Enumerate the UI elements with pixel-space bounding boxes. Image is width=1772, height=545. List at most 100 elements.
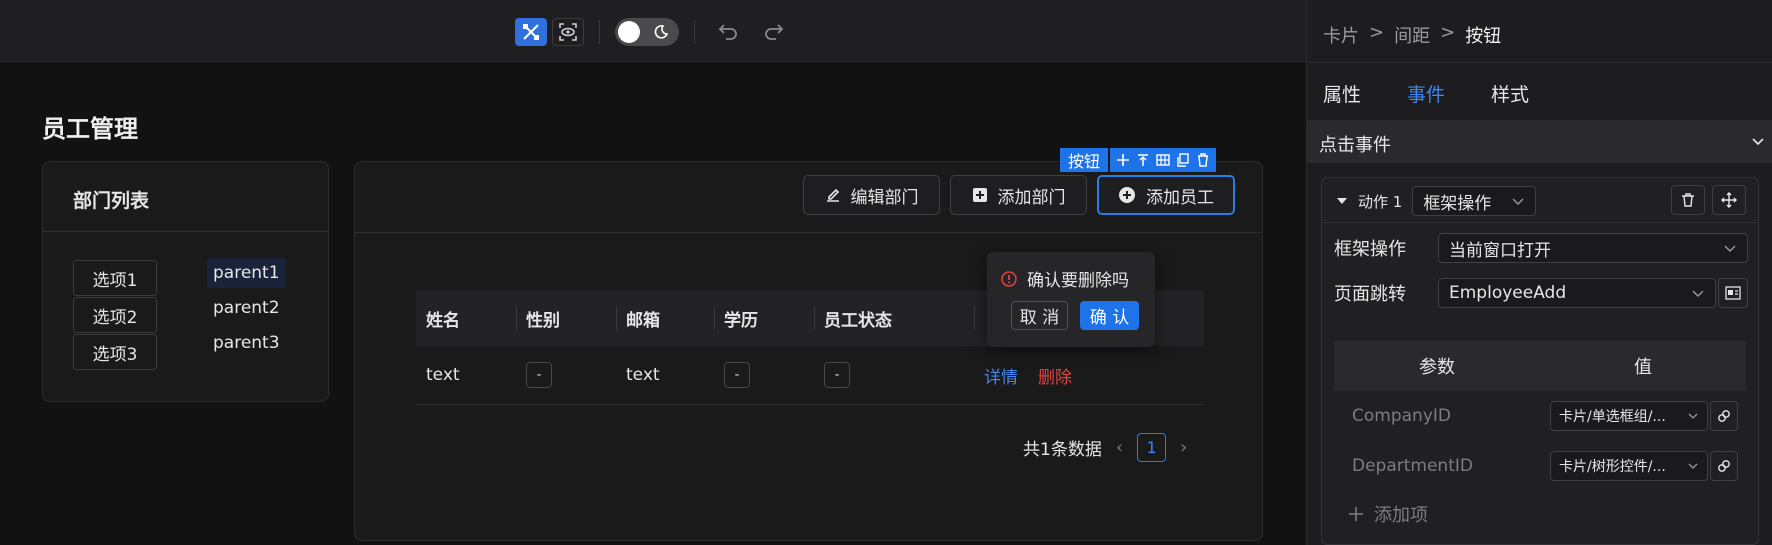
- panel-tabs: 属性 事件 样式: [1323, 80, 1529, 125]
- detail-link[interactable]: 详情: [984, 363, 1018, 388]
- tree-node-parent3[interactable]: parent3: [207, 328, 286, 358]
- option-radio-3[interactable]: 选项3: [73, 334, 157, 370]
- pagination: 共1条数据 ‹ 1 ›: [1023, 433, 1187, 462]
- link-icon: [1718, 460, 1730, 472]
- frame-operation-label: 框架操作: [1334, 239, 1406, 260]
- selection-tools: [1110, 148, 1217, 172]
- chevron-down-icon: [1688, 463, 1698, 469]
- tab-events[interactable]: 事件: [1407, 80, 1446, 125]
- breadcrumb-item-card[interactable]: 卡片: [1323, 22, 1359, 48]
- action-type-select[interactable]: 框架操作: [1412, 186, 1537, 216]
- tree-node-parent1[interactable]: parent1: [207, 258, 286, 288]
- breadcrumb-separator: >: [1440, 22, 1456, 43]
- column-header-gender: 性别: [516, 290, 616, 346]
- properties-panel: 卡片 > 间距 > 按钮 属性 事件 样式 点击事件 动作 1 框架操作 框架操…: [1306, 0, 1772, 545]
- card-divider: [355, 232, 1262, 233]
- page-picker-icon: [1725, 286, 1741, 300]
- delete-link[interactable]: 删除: [1038, 363, 1072, 388]
- edit-department-label: 编辑部门: [850, 187, 919, 208]
- design-canvas: 员工管理 部门列表 选项1 选项2 选项3 parent1 parent2 pa…: [0, 62, 1306, 545]
- design-tools-icon: [523, 24, 539, 40]
- next-page-icon[interactable]: ›: [1180, 437, 1187, 458]
- column-header-email: 邮箱: [616, 290, 714, 346]
- align-top-icon[interactable]: [1136, 153, 1150, 167]
- employee-card[interactable]: 编辑部门 添加部门 添加员工 姓名 性别 邮箱 学历 员工状态 text - t…: [354, 161, 1263, 541]
- click-event-section-header[interactable]: 点击事件: [1307, 121, 1772, 163]
- column-header-education: 学历: [714, 290, 814, 346]
- add-parameter-button[interactable]: 添加项: [1348, 501, 1428, 527]
- breadcrumb: 卡片 > 间距 > 按钮: [1323, 22, 1501, 48]
- table-row: text - text - - 详情 删除: [416, 346, 1204, 405]
- undo-button[interactable]: [714, 18, 742, 46]
- column-header-status: 员工状态: [814, 290, 974, 346]
- value-column-header: 值: [1634, 357, 1652, 378]
- cell-gender: -: [516, 362, 616, 388]
- delete-icon[interactable]: [1196, 153, 1210, 167]
- delete-popconfirm: 确认要删除吗 取 消 确 认: [987, 252, 1155, 347]
- section-title: 点击事件: [1319, 135, 1391, 156]
- drag-action-button[interactable]: [1712, 185, 1746, 215]
- cell-status: -: [814, 362, 974, 388]
- move-icon[interactable]: [1116, 153, 1130, 167]
- undo-icon: [718, 24, 737, 40]
- app-root: 员工管理 部门列表 选项1 选项2 选项3 parent1 parent2 pa…: [0, 0, 1772, 545]
- action-label: 动作 1: [1358, 192, 1403, 211]
- param-value-select[interactable]: 卡片/单选框组/...: [1550, 401, 1708, 431]
- action-card: 动作 1 框架操作 框架操作 当前窗口打开 页面跳转 EmployeeAdd 参…: [1321, 177, 1759, 545]
- bind-variable-button[interactable]: [1710, 451, 1738, 481]
- edit-icon: [826, 188, 839, 202]
- toolbar-divider: [599, 20, 600, 44]
- department-card-title: 部门列表: [43, 162, 328, 232]
- redo-icon: [765, 24, 784, 40]
- copy-icon[interactable]: [1176, 153, 1190, 167]
- frame-operation-select[interactable]: 当前窗口打开: [1438, 233, 1748, 263]
- add-department-button[interactable]: 添加部门: [950, 175, 1087, 215]
- page-number-button[interactable]: 1: [1137, 433, 1167, 462]
- parameter-row: CompanyID 卡片/单选框组/...: [1334, 391, 1746, 441]
- page-jump-label: 页面跳转: [1334, 284, 1406, 305]
- chevron-down-icon: [1688, 413, 1698, 419]
- action-header: 动作 1 框架操作: [1336, 186, 1537, 216]
- panel-divider: [1307, 62, 1772, 63]
- add-employee-label: 添加员工: [1146, 187, 1214, 208]
- page-picker-button[interactable]: [1718, 278, 1748, 308]
- action-divider: [1322, 222, 1758, 223]
- pagination-total: 共1条数据: [1023, 440, 1102, 460]
- grid-icon[interactable]: [1156, 153, 1170, 167]
- delete-action-button[interactable]: [1671, 185, 1705, 215]
- design-mode-button[interactable]: [515, 18, 547, 46]
- edit-department-button[interactable]: 编辑部门: [803, 175, 940, 215]
- breadcrumb-separator: >: [1369, 22, 1385, 43]
- department-card[interactable]: 部门列表 选项1 选项2 选项3 parent1 parent2 parent3: [42, 161, 329, 402]
- plus-square-icon: [972, 188, 987, 202]
- trash-icon: [1682, 193, 1694, 207]
- breadcrumb-item-spacing[interactable]: 间距: [1394, 22, 1430, 48]
- param-column-header: 参数: [1419, 357, 1455, 378]
- cell-actions: 详情 删除: [974, 363, 1204, 388]
- selection-toolbar: 按钮: [1060, 148, 1217, 172]
- redo-button[interactable]: [760, 18, 788, 46]
- theme-toggle[interactable]: [615, 18, 679, 46]
- caret-down-icon[interactable]: [1336, 195, 1348, 207]
- prev-page-icon[interactable]: ‹: [1116, 437, 1123, 458]
- tab-properties[interactable]: 属性: [1323, 80, 1361, 125]
- chevron-down-icon: [1752, 138, 1764, 146]
- page-jump-select[interactable]: EmployeeAdd: [1438, 278, 1716, 308]
- cell-name: text: [426, 365, 460, 385]
- option-radio-2[interactable]: 选项2: [73, 297, 157, 333]
- option-radio-1[interactable]: 选项1: [73, 260, 157, 296]
- param-value-select[interactable]: 卡片/树形控件/...: [1550, 451, 1708, 481]
- page-title: 员工管理: [42, 116, 138, 143]
- popconfirm-ok-button[interactable]: 确 认: [1080, 301, 1139, 330]
- breadcrumb-item-button: 按钮: [1465, 26, 1502, 47]
- bind-variable-button[interactable]: [1710, 401, 1738, 431]
- frame-operation-row: 框架操作 当前窗口打开: [1334, 233, 1748, 263]
- tab-styles[interactable]: 样式: [1491, 80, 1529, 125]
- parameter-table-header: 参数 值: [1334, 341, 1746, 391]
- add-employee-button[interactable]: 添加员工: [1097, 175, 1235, 215]
- link-icon: [1718, 410, 1730, 422]
- popconfirm-cancel-button[interactable]: 取 消: [1011, 301, 1068, 330]
- preview-button[interactable]: [552, 18, 584, 46]
- tree-node-parent2[interactable]: parent2: [207, 293, 286, 323]
- parameter-row: DepartmentID 卡片/树形控件/...: [1334, 441, 1746, 491]
